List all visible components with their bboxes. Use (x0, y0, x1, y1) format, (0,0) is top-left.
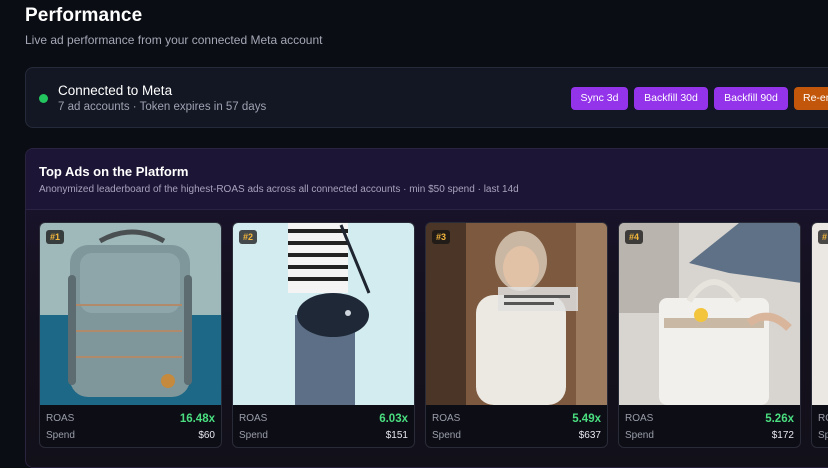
top-ads-subtitle: Anonymized leaderboard of the highest-RO… (39, 184, 519, 195)
meta-connection-card: Connected to Meta 7 ad accounts · Token … (25, 67, 828, 128)
rank-badge: #4 (625, 230, 644, 244)
ad-thumbnail-woman-with-sign (426, 223, 607, 405)
connected-status-dot (39, 94, 48, 103)
top-ads-title: Top Ads on the Platform (39, 164, 189, 179)
spend-label: Spend (432, 430, 461, 441)
roas-label: ROAS (239, 413, 268, 424)
spend-label: Spend (46, 430, 75, 441)
rank-badge: #3 (432, 230, 451, 244)
backfill-30d-button[interactable]: Backfill 30d (634, 87, 708, 110)
ad-thumbnail-crossbody-bag (233, 223, 414, 405)
roas-value: 16.48x (179, 413, 215, 425)
spend-label: Spend (239, 430, 268, 441)
connection-detail: 7 ad accounts · Token expires in 57 days (58, 101, 267, 113)
rank-badge: # (818, 230, 828, 244)
top-ads-card: Top Ads on the Platform Anonymized leade… (25, 148, 828, 468)
spend-value: $60 (198, 430, 215, 441)
ad-card[interactable]: #1 ROAS 16.48x Spend $60 (39, 222, 222, 448)
ad-thumbnail-partial (812, 223, 828, 405)
roas-value: 5.49x (572, 413, 601, 425)
rank-badge: #2 (239, 230, 258, 244)
roas-value: 5.26x (765, 413, 794, 425)
connection-title: Connected to Meta (58, 83, 173, 98)
spend-value: $637 (578, 430, 601, 441)
reconnect-button[interactable]: Re-en (794, 87, 828, 110)
ad-thumbnail-tote-bag (619, 223, 800, 405)
roas-label: ROAS (818, 413, 828, 424)
rank-badge: #1 (46, 230, 65, 244)
ad-card[interactable]: #2 ROAS 6.03x Spend $151 (232, 222, 415, 448)
spend-value: $151 (385, 430, 408, 441)
sync-3d-button[interactable]: Sync 3d (571, 87, 628, 110)
roas-label: ROAS (46, 413, 75, 424)
ad-card[interactable]: # ROAS Spend (811, 222, 828, 448)
spend-label: Spend (818, 430, 828, 441)
roas-label: ROAS (432, 413, 461, 424)
roas-value: 6.03x (379, 413, 408, 425)
page-subtitle: Live ad performance from your connected … (25, 33, 323, 47)
page-title: Performance (25, 5, 143, 26)
spend-value: $172 (771, 430, 794, 441)
top-ads-header: Top Ads on the Platform Anonymized leade… (26, 149, 828, 210)
backfill-90d-button[interactable]: Backfill 90d (714, 87, 788, 110)
spend-label: Spend (625, 430, 654, 441)
ad-thumbnail-backpack (40, 223, 221, 405)
ad-card[interactable]: #3 ROAS 5.49x Spend $637 (425, 222, 608, 448)
roas-label: ROAS (625, 413, 654, 424)
ad-card[interactable]: #4 ROAS 5.26x Spend $172 (618, 222, 801, 448)
